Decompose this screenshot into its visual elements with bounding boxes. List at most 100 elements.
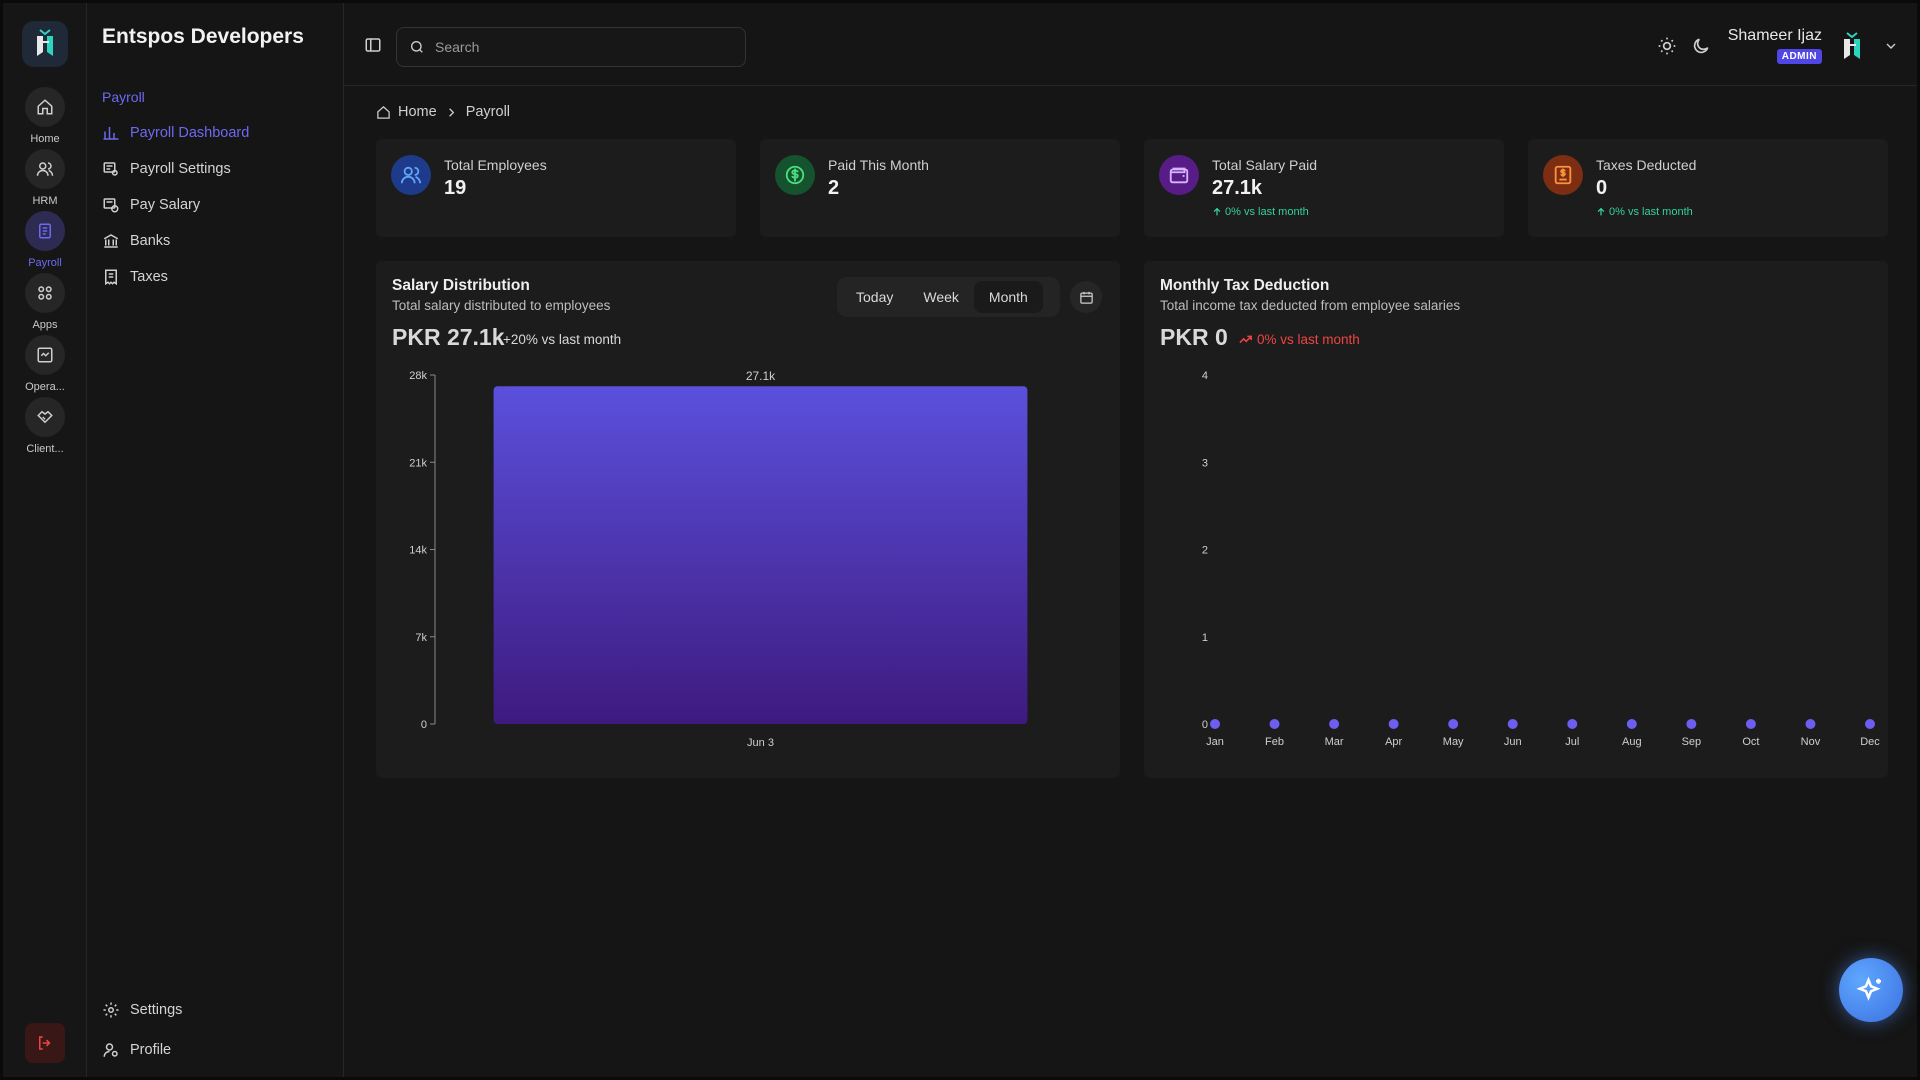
tax-doc-icon xyxy=(1543,155,1583,195)
logout-button[interactable] xyxy=(25,1023,65,1063)
sidebar-item-profile[interactable]: Profile xyxy=(102,1041,171,1059)
users-icon xyxy=(25,149,65,189)
x-tick-label: Oct xyxy=(1742,736,1759,748)
x-tick-label: Jun xyxy=(1504,736,1522,748)
sidebar-item-banks[interactable]: Banks xyxy=(102,232,170,250)
sidebar-item-payroll-dashboard[interactable]: Payroll Dashboard xyxy=(102,124,249,142)
handshake-icon xyxy=(25,397,65,437)
sidebar-item-settings[interactable]: Settings xyxy=(102,1001,182,1019)
arrow-up-icon xyxy=(1597,207,1605,216)
x-tick-label: Feb xyxy=(1265,736,1284,748)
data-point xyxy=(1567,719,1578,729)
sidebar-item-label: Pay Salary xyxy=(130,197,201,213)
avatar[interactable] xyxy=(1834,27,1870,67)
org-name: Entspos Developers xyxy=(102,25,304,48)
home-icon xyxy=(25,87,65,127)
data-point xyxy=(1329,719,1340,729)
data-point xyxy=(1686,719,1697,729)
stat-label: Paid This Month xyxy=(828,157,929,173)
rail-item-home[interactable]: Home xyxy=(3,87,87,145)
bar xyxy=(493,386,1028,724)
moon-icon[interactable] xyxy=(1691,36,1711,56)
x-tick-label: Sep xyxy=(1682,736,1702,748)
stat-value: 0 xyxy=(1596,177,1608,199)
sidebar-item-payroll-settings[interactable]: Payroll Settings xyxy=(102,160,231,178)
y-tick-label: 7k xyxy=(415,632,427,644)
rail-label: HRM xyxy=(32,195,58,207)
y-tick-label: 2 xyxy=(1202,545,1208,557)
x-tick-label: Dec xyxy=(1860,736,1880,748)
arrow-up-icon xyxy=(1213,207,1221,216)
app-logo[interactable] xyxy=(22,21,68,67)
search-box[interactable] xyxy=(396,27,746,67)
bar-value-label: 27.1k xyxy=(746,369,776,383)
data-point xyxy=(1507,719,1518,729)
data-point xyxy=(1210,719,1220,729)
y-tick-label: 0 xyxy=(421,719,427,731)
stat-trend-text: 0% vs last month xyxy=(1225,206,1309,218)
sidebar: Entspos Developers Payroll Payroll Dashb… xyxy=(87,3,344,1077)
rail-label: Payroll xyxy=(28,257,62,269)
pay-icon xyxy=(103,198,119,213)
dollar-circle-icon xyxy=(775,155,815,195)
search-input[interactable] xyxy=(435,39,715,55)
rail-item-operations[interactable]: Opera... xyxy=(3,335,87,393)
grid-icon xyxy=(25,273,65,313)
sidebar-item-label: Settings xyxy=(130,1002,183,1018)
app-window: Home HRM Payroll Apps Opera... Client...… xyxy=(0,0,1920,1080)
bank-icon xyxy=(103,234,119,248)
avatar-logo-icon xyxy=(1844,32,1860,59)
y-tick-label: 28k xyxy=(409,370,427,382)
receipt-icon xyxy=(105,269,117,286)
sidebar-item-taxes[interactable]: Taxes xyxy=(102,268,168,286)
breadcrumb-home[interactable]: Home xyxy=(398,104,437,120)
y-tick-label: 3 xyxy=(1202,457,1208,469)
stat-label: Taxes Deducted xyxy=(1596,157,1697,173)
clipboard-icon xyxy=(25,211,65,251)
salary-bar-chart: 0 7k 14k 21k 28k 27.1k Jun 3 xyxy=(409,369,1028,749)
stat-trend-text: 0% vs last month xyxy=(1609,206,1693,218)
sidebar-item-pay-salary[interactable]: Pay Salary xyxy=(102,196,200,214)
sidebar-toggle-icon[interactable] xyxy=(364,36,382,54)
sidebar-item-label: Payroll Settings xyxy=(130,161,231,177)
rail-label: Opera... xyxy=(25,381,65,393)
icon-rail: Home HRM Payroll Apps Opera... Client... xyxy=(3,3,87,1077)
rail-label: Client... xyxy=(26,443,64,455)
stat-value: 19 xyxy=(444,177,467,199)
ai-assistant-button[interactable] xyxy=(1839,958,1903,1022)
sparkle-icon xyxy=(1856,976,1881,1001)
stat-trend: 0% vs last month xyxy=(1596,206,1693,218)
y-tick-label: 21k xyxy=(409,457,427,469)
sidebar-item-label: Payroll Dashboard xyxy=(130,125,250,141)
rail-item-payroll[interactable]: Payroll xyxy=(3,211,87,269)
stat-card-total-salary-paid: Total Salary Paid 27.1k 0% vs last month xyxy=(1144,139,1504,237)
chevron-right-icon xyxy=(448,107,454,117)
rail-label: Apps xyxy=(32,319,58,331)
chevron-down-icon[interactable] xyxy=(1883,38,1899,54)
monthly-tax-panel: Monthly Tax Deduction Total income tax d… xyxy=(1144,261,1888,778)
breadcrumb-current: Payroll xyxy=(465,104,511,120)
user-icon xyxy=(103,1043,118,1057)
rail-item-apps[interactable]: Apps xyxy=(3,273,87,331)
sidebar-item-label: Taxes xyxy=(130,269,168,285)
rail-label: Home xyxy=(30,133,60,145)
data-point xyxy=(1448,719,1459,729)
data-point xyxy=(1805,719,1816,729)
settings-list-icon xyxy=(103,162,118,176)
bar-chart-icon xyxy=(103,127,119,140)
sun-icon[interactable] xyxy=(1657,36,1677,56)
rail-item-hrm[interactable]: HRM xyxy=(3,149,87,207)
breadcrumb: Home Payroll xyxy=(376,104,510,120)
gear-icon xyxy=(103,1002,119,1018)
users-icon xyxy=(391,155,431,195)
x-tick-label: Jun 3 xyxy=(747,737,774,749)
sidebar-item-label: Banks xyxy=(130,233,171,249)
user-name[interactable]: Shameer Ijaz xyxy=(1728,27,1822,45)
x-tick-label: May xyxy=(1443,736,1464,748)
stat-value: 27.1k xyxy=(1212,177,1263,199)
x-tick-label: Apr xyxy=(1385,736,1402,748)
rail-item-clients[interactable]: Client... xyxy=(3,397,87,455)
x-tick-label: Jul xyxy=(1565,736,1579,748)
data-point xyxy=(1865,719,1875,729)
wallet-icon xyxy=(1159,155,1199,195)
